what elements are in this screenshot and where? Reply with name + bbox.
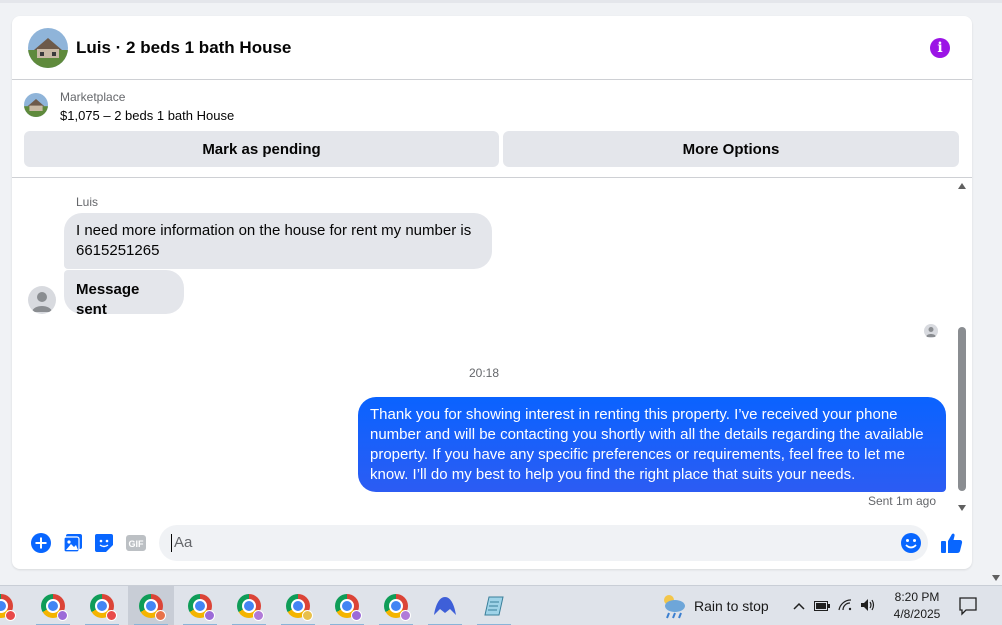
message-composer: GIF bbox=[12, 516, 972, 569]
listing-thumbnail[interactable] bbox=[24, 93, 48, 117]
sent-status: Sent 1m ago bbox=[867, 494, 936, 508]
chrome-icon bbox=[41, 594, 68, 621]
message-input-wrapper[interactable] bbox=[159, 524, 929, 561]
taskbar-chrome-app[interactable] bbox=[373, 586, 419, 625]
chrome-icon bbox=[286, 594, 313, 621]
taskbar-chrome-app[interactable] bbox=[79, 586, 125, 625]
mark-as-pending-button[interactable]: Mark as pending bbox=[24, 131, 499, 167]
chrome-icon bbox=[0, 594, 16, 621]
chrome-icon bbox=[335, 594, 362, 621]
battery-icon[interactable] bbox=[814, 598, 830, 614]
gif-label: GIF bbox=[129, 539, 145, 549]
weather-widget[interactable]: Rain to stop bbox=[660, 586, 769, 625]
scroll-down-arrow-icon[interactable] bbox=[958, 505, 966, 511]
listing-source-label: Marketplace bbox=[60, 90, 126, 104]
listing-avatar[interactable] bbox=[28, 27, 68, 68]
windows-taskbar: Rain to stop 8:20 PM 4/8/2025 bbox=[0, 585, 1002, 625]
incoming-message[interactable]: I need more information on the house for… bbox=[64, 213, 492, 269]
mountain-logo-icon bbox=[434, 597, 456, 615]
clock-time: 8:20 PM bbox=[894, 590, 940, 604]
taskbar-notes-app[interactable] bbox=[471, 586, 517, 625]
notification-icon[interactable] bbox=[958, 596, 978, 616]
clock-date: 4/8/2025 bbox=[893, 607, 941, 621]
photo-icon[interactable] bbox=[62, 532, 84, 554]
listing-title[interactable]: $1,075 – 2 beds 1 bath House bbox=[60, 107, 234, 124]
taskbar-chrome-app[interactable] bbox=[177, 586, 223, 625]
sender-name: Luis bbox=[76, 195, 99, 209]
outgoing-message[interactable]: Thank you for showing interest in rentin… bbox=[358, 397, 946, 492]
chat-window: Luis · 2 beds 1 bath House i Marketplace… bbox=[12, 16, 972, 569]
page-scrollbar[interactable] bbox=[990, 3, 1002, 585]
plus-circle-icon[interactable] bbox=[30, 532, 52, 554]
taskbar-chrome-app[interactable] bbox=[30, 586, 76, 625]
taskbar-chrome-app[interactable] bbox=[226, 586, 272, 625]
seen-indicator-avatar bbox=[924, 324, 938, 338]
system-tray bbox=[792, 586, 876, 625]
chat-title[interactable]: Luis · 2 beds 1 bath House bbox=[76, 38, 291, 58]
thumbs-up-icon[interactable] bbox=[940, 531, 964, 555]
message-input[interactable] bbox=[171, 533, 891, 552]
taskbar-chrome-app[interactable] bbox=[324, 586, 370, 625]
incoming-message[interactable]: Message sent bbox=[64, 270, 184, 318]
chrome-icon bbox=[90, 594, 117, 621]
chrome-icon bbox=[384, 594, 411, 621]
emoji-icon[interactable] bbox=[900, 532, 922, 554]
scroll-up-arrow-icon[interactable] bbox=[958, 183, 966, 189]
message-thread: Luis I need more information on the hous… bbox=[12, 178, 972, 516]
taskbar-chrome-app[interactable] bbox=[128, 586, 174, 625]
notepad-icon bbox=[484, 596, 504, 616]
page-scroll-down-arrow-icon[interactable] bbox=[992, 575, 1000, 581]
chrome-icon bbox=[188, 594, 215, 621]
chrome-icon bbox=[139, 594, 166, 621]
sender-avatar[interactable] bbox=[28, 286, 56, 314]
rain-cloud-icon bbox=[664, 595, 685, 619]
taskbar-vpn-app[interactable] bbox=[422, 586, 468, 625]
volume-icon[interactable] bbox=[860, 598, 876, 615]
weather-text: Rain to stop bbox=[694, 598, 769, 614]
wifi-icon[interactable] bbox=[838, 598, 852, 614]
chrome-icon bbox=[237, 594, 264, 621]
marketplace-listing: Marketplace $1,075 – 2 beds 1 bath House… bbox=[12, 80, 972, 178]
message-scrollbar[interactable] bbox=[956, 178, 968, 516]
sticker-icon[interactable] bbox=[94, 532, 116, 554]
taskbar-chrome-app[interactable] bbox=[0, 586, 24, 625]
taskbar-chrome-app[interactable] bbox=[275, 586, 321, 625]
window-top-border bbox=[0, 0, 1002, 3]
message-timestamp: 20:18 bbox=[468, 366, 500, 380]
taskbar-clock[interactable]: 8:20 PM 4/8/2025 bbox=[884, 589, 950, 623]
chat-header: Luis · 2 beds 1 bath House i bbox=[12, 16, 972, 80]
scrollbar-thumb[interactable] bbox=[958, 327, 966, 491]
chevron-up-icon[interactable] bbox=[792, 598, 806, 614]
gif-icon[interactable]: GIF bbox=[125, 532, 147, 554]
more-options-button[interactable]: More Options bbox=[503, 131, 959, 167]
info-icon[interactable]: i bbox=[930, 38, 950, 58]
